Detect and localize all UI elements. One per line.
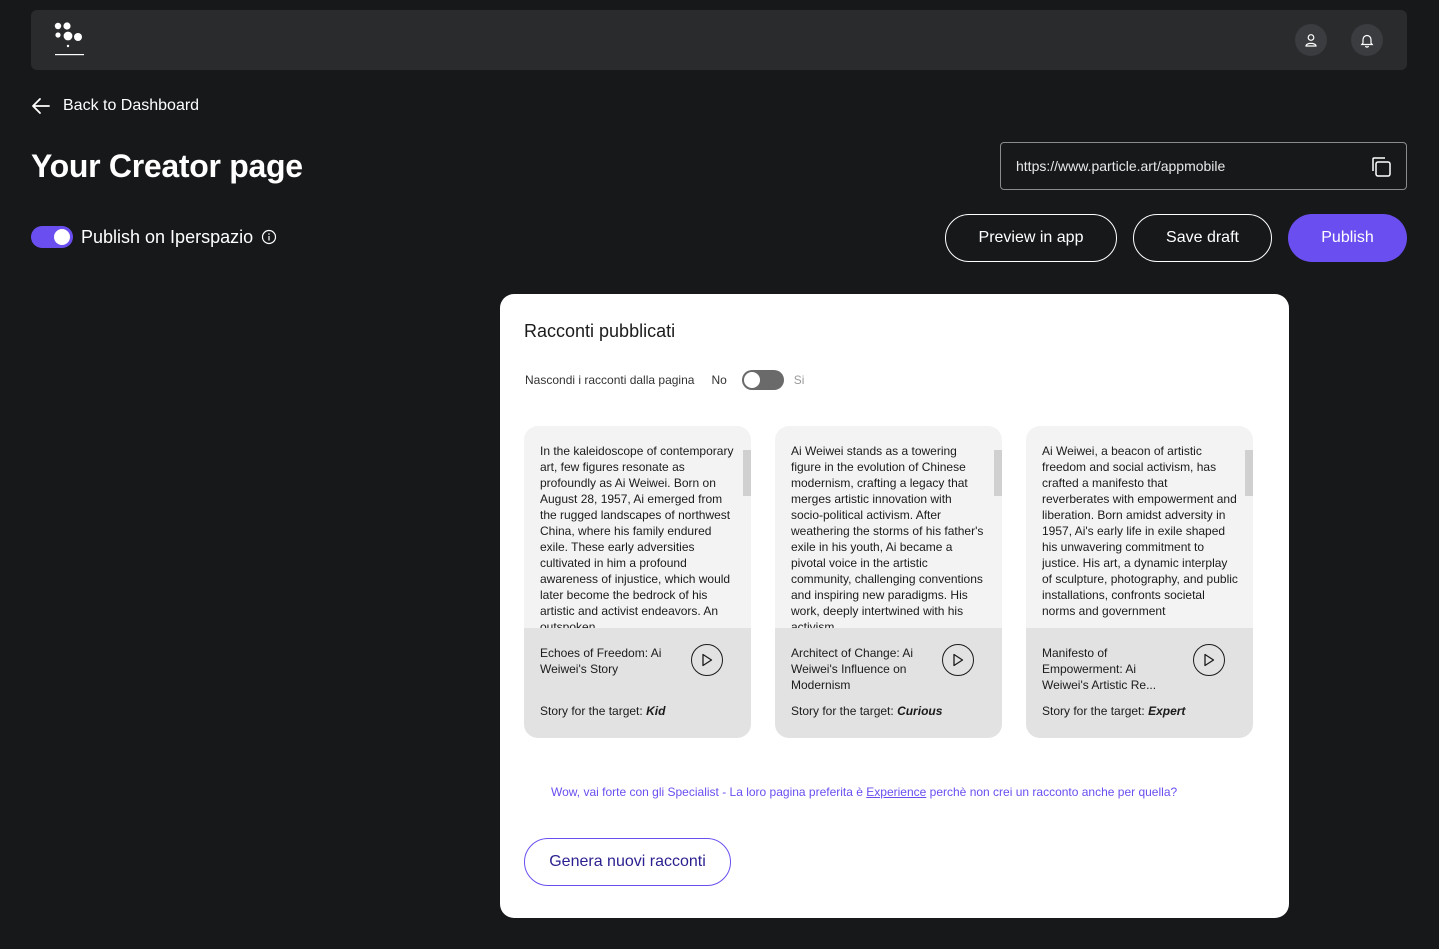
story-card[interactable]: In the kaleidoscope of contemporary art,… bbox=[524, 426, 751, 738]
copy-icon[interactable] bbox=[1368, 154, 1394, 180]
story-card-footer: Manifesto of Empowerment: Ai Weiwei's Ar… bbox=[1026, 628, 1253, 738]
experience-link[interactable]: Experience bbox=[866, 785, 926, 799]
user-icon[interactable] bbox=[1295, 24, 1327, 56]
hide-stories-label: Nascondi i racconti dalla pagina bbox=[525, 373, 695, 387]
story-title: Echoes of Freedom: Ai Weiwei's Story bbox=[540, 646, 662, 676]
page-title: Your Creator page bbox=[31, 148, 303, 184]
story-title: Architect of Change: Ai Weiwei's Influen… bbox=[791, 646, 914, 692]
target-value: Kid bbox=[646, 704, 666, 718]
hide-stories-row: Nascondi i racconti dalla pagina No Si bbox=[525, 370, 804, 390]
save-draft-button[interactable]: Save draft bbox=[1133, 214, 1272, 262]
published-stories-panel: Racconti pubblicati Nascondi i racconti … bbox=[500, 294, 1289, 918]
switch-knob bbox=[743, 372, 760, 388]
back-to-dashboard-link[interactable]: Back to Dashboard bbox=[31, 94, 199, 118]
story-target: Story for the target: Expert bbox=[1042, 704, 1185, 718]
story-scrollbar[interactable] bbox=[994, 450, 1002, 496]
publish-switch[interactable] bbox=[31, 226, 73, 248]
hint-text-before: Wow, vai forte con gli Specialist - La l… bbox=[551, 785, 867, 799]
story-target: Story for the target: Curious bbox=[791, 704, 942, 718]
hint-text-after: perchè non crei un racconto anche per qu… bbox=[926, 785, 1178, 799]
hide-stories-switch[interactable] bbox=[741, 370, 784, 390]
preview-in-app-button[interactable]: Preview in app bbox=[945, 214, 1117, 262]
page-url-text: https://www.particle.art/appmobile bbox=[1016, 158, 1226, 174]
story-text: Ai Weiwei, a beacon of artistic freedom … bbox=[1042, 444, 1238, 618]
particle-logo-icon[interactable] bbox=[53, 22, 87, 58]
switch-knob bbox=[54, 229, 70, 245]
target-prefix: Story for the target: bbox=[1042, 704, 1145, 718]
story-title: Manifesto of Empowerment: Ai Weiwei's Ar… bbox=[1042, 646, 1157, 692]
back-label: Back to Dashboard bbox=[63, 97, 200, 114]
story-card[interactable]: Ai Weiwei, a beacon of artistic freedom … bbox=[1026, 426, 1253, 738]
target-value: Expert bbox=[1148, 704, 1186, 718]
story-card[interactable]: Ai Weiwei stands as a towering figure in… bbox=[775, 426, 1002, 738]
story-text: In the kaleidoscope of contemporary art,… bbox=[540, 444, 734, 628]
yes-label: Si bbox=[793, 373, 805, 387]
story-card-footer: Echoes of Freedom: Ai Weiwei's Story Sto… bbox=[524, 628, 751, 738]
play-icon[interactable] bbox=[691, 644, 723, 676]
story-scrollbar[interactable] bbox=[743, 450, 751, 496]
play-icon[interactable] bbox=[1193, 644, 1225, 676]
arrow-left-icon bbox=[32, 98, 50, 114]
story-text: Ai Weiwei stands as a towering figure in… bbox=[791, 444, 984, 628]
target-prefix: Story for the target: bbox=[791, 704, 894, 718]
target-value: Curious bbox=[897, 704, 943, 718]
publish-on-iperspazio-toggle: Publish on Iperspazio bbox=[31, 226, 277, 248]
generate-stories-button[interactable]: Genera nuovi racconti bbox=[524, 838, 731, 886]
top-bar bbox=[31, 10, 1407, 70]
publish-button[interactable]: Publish bbox=[1288, 214, 1407, 262]
publish-toggle-label: Publish on Iperspazio bbox=[81, 226, 254, 247]
info-icon[interactable] bbox=[261, 229, 277, 245]
target-prefix: Story for the target: bbox=[540, 704, 643, 718]
bell-icon[interactable] bbox=[1351, 24, 1383, 56]
no-label: No bbox=[711, 373, 727, 387]
panel-title: Racconti pubblicati bbox=[524, 321, 676, 341]
story-scrollbar[interactable] bbox=[1245, 450, 1253, 496]
page-url-field[interactable]: https://www.particle.art/appmobile bbox=[1000, 142, 1407, 190]
play-icon[interactable] bbox=[942, 644, 974, 676]
story-card-footer: Architect of Change: Ai Weiwei's Influen… bbox=[775, 628, 1002, 738]
specialist-hint: Wow, vai forte con gli Specialist - La l… bbox=[551, 785, 1177, 799]
story-target: Story for the target: Kid bbox=[540, 704, 665, 718]
